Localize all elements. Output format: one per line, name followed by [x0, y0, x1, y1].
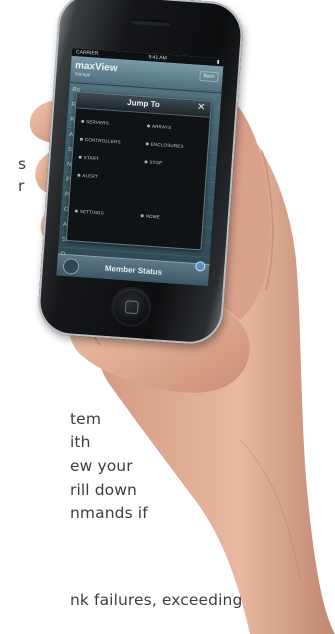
bullet-icon	[145, 142, 149, 146]
jump-item-servers[interactable]: SERVERS	[81, 119, 109, 126]
jump-item-start[interactable]: START	[78, 155, 99, 161]
jump-item-arrays[interactable]: ARRAYS	[146, 123, 172, 131]
jump-item-enclosures[interactable]: ENCLOSURES	[145, 141, 184, 149]
jump-item-stop[interactable]: STOP	[144, 159, 163, 166]
jump-item-label: SETTINGS	[79, 208, 105, 216]
bullet-icon	[77, 173, 81, 177]
bullet-icon	[144, 160, 148, 164]
jump-item-controllers[interactable]: CONTROLLERS	[79, 137, 121, 145]
notification-badge	[194, 261, 206, 272]
jump-item-label: SERVERS	[85, 119, 110, 126]
member-icon	[62, 257, 80, 275]
bullet-icon	[140, 214, 144, 218]
jump-item-home[interactable]: HOME	[140, 213, 161, 220]
bullet-icon	[78, 155, 82, 159]
member-status-label: Member Status	[104, 263, 163, 277]
bullet-icon	[81, 119, 85, 123]
smartphone: CARRIER 9:41 AM ▮ maxView Storage Back R…	[36, 0, 245, 347]
jump-to-dialog: Jump To ✕ SERVERS ARRAYS CONTROLLERS ENC…	[65, 91, 212, 251]
header-back-button[interactable]: Back	[199, 70, 219, 83]
jump-item-label: ARRAYS	[151, 123, 172, 131]
app-subtitle: Storage	[74, 71, 91, 78]
bullet-icon	[146, 124, 151, 128]
bullet-icon	[79, 137, 83, 141]
jump-item-label: ALERT	[82, 172, 98, 180]
jump-item-label: ENCLOSURES	[150, 141, 184, 149]
close-icon[interactable]: ✕	[197, 102, 206, 115]
jump-item-label: CONTROLLERS	[84, 137, 121, 145]
jump-item-label: HOME	[145, 213, 161, 220]
phone-screen: CARRIER 9:41 AM ▮ maxView Storage Back R…	[56, 47, 224, 286]
battery-icon: ▮	[216, 59, 220, 66]
home-square-icon	[124, 300, 139, 315]
jump-item-settings[interactable]: SETTINGS	[74, 208, 105, 216]
bullet-icon	[74, 209, 78, 213]
jump-menu: SERVERS ARRAYS CONTROLLERS ENCLOSURES ST…	[67, 108, 210, 247]
jump-item-label: STOP	[149, 159, 163, 166]
jump-item-label: START	[83, 155, 100, 162]
jump-item-alert[interactable]: ALERT	[77, 173, 98, 179]
